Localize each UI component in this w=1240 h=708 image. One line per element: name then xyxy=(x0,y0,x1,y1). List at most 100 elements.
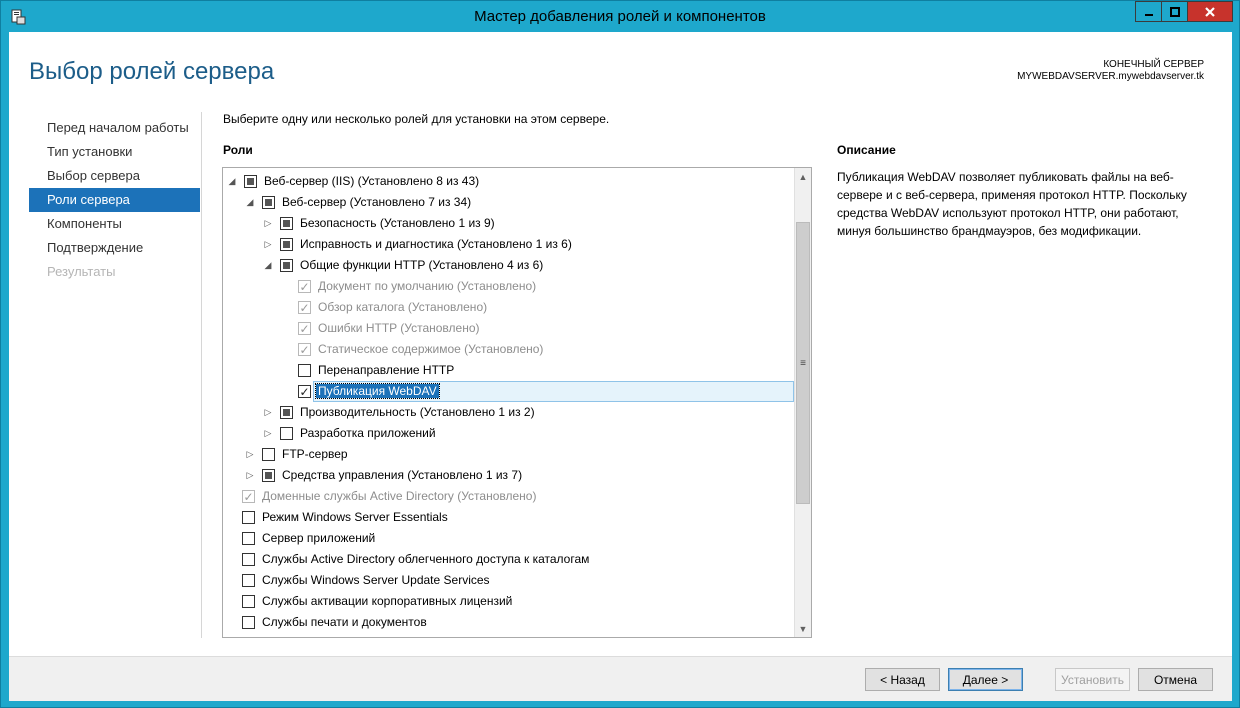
role-label: Службы Active Directory облегченного дос… xyxy=(262,552,590,566)
tree-row[interactable]: Ошибки HTTP (Установлено) xyxy=(223,318,794,339)
wizard-client-area: Выбор ролей сервера КОНЕЧНЫЙ СЕРВЕР MYWE… xyxy=(9,32,1232,701)
tree-row[interactable]: Службы Active Directory облегченного дос… xyxy=(223,549,794,570)
nav-item-0[interactable]: Перед началом работы xyxy=(29,116,200,140)
tree-row[interactable]: Перенаправление HTTP xyxy=(223,360,794,381)
role-label: Ошибки HTTP (Установлено) xyxy=(318,321,480,335)
expand-arrow-icon[interactable]: ▷ xyxy=(245,449,255,459)
tree-row[interactable]: Публикация WebDAV xyxy=(223,381,794,402)
role-label: Общие функции HTTP (Установлено 4 из 6) xyxy=(300,258,544,272)
destination-server-label: КОНЕЧНЫЙ СЕРВЕР xyxy=(1103,59,1204,70)
roles-tree[interactable]: ▲ ≡ ▼ ◢ Веб-сервер (IIS) (Установлено 8 и… xyxy=(222,167,812,638)
minimize-icon xyxy=(1144,13,1153,16)
role-checkbox[interactable] xyxy=(242,511,255,524)
install-button: Установить xyxy=(1055,668,1130,691)
tree-row[interactable]: Службы активации корпоративных лицензий xyxy=(223,591,794,612)
role-checkbox[interactable] xyxy=(242,595,255,608)
role-checkbox[interactable] xyxy=(242,616,255,629)
next-button[interactable]: Далее > xyxy=(948,668,1023,691)
window-title: Мастер добавления ролей и компонентов xyxy=(474,8,766,25)
minimize-button[interactable] xyxy=(1135,1,1161,22)
expand-arrow-icon[interactable]: ▷ xyxy=(245,470,255,480)
role-label: Сервер приложений xyxy=(262,531,376,545)
role-checkbox[interactable] xyxy=(242,553,255,566)
role-checkbox[interactable] xyxy=(242,532,255,545)
expand-arrow-icon[interactable]: ▷ xyxy=(263,218,273,228)
maximize-button[interactable] xyxy=(1161,1,1187,22)
destination-server-name: MYWEBDAVSERVER.mywebdavserver.tk xyxy=(1017,71,1204,82)
role-checkbox[interactable] xyxy=(242,574,255,587)
instruction-text: Выберите одну или несколько ролей для ус… xyxy=(223,112,610,126)
role-checkbox[interactable] xyxy=(280,217,293,230)
role-checkbox[interactable] xyxy=(280,406,293,419)
role-label: Обзор каталога (Установлено) xyxy=(318,300,488,314)
role-checkbox[interactable] xyxy=(298,364,311,377)
role-checkbox xyxy=(298,301,311,314)
tree-row[interactable]: ▷ Безопасность (Установлено 1 из 9) xyxy=(223,213,794,234)
role-checkbox[interactable] xyxy=(280,427,293,440)
tree-row[interactable]: Обзор каталога (Установлено) xyxy=(223,297,794,318)
description-text: Публикация WebDAV позволяет публиковать … xyxy=(837,170,1187,238)
role-label: Исправность и диагностика (Установлено 1… xyxy=(300,237,572,251)
role-checkbox xyxy=(242,490,255,503)
collapse-arrow-icon[interactable]: ◢ xyxy=(227,176,237,186)
tree-row[interactable]: ▷ Исправность и диагностика (Установлено … xyxy=(223,234,794,255)
roles-scrollbar[interactable]: ▲ ≡ ▼ xyxy=(794,168,811,637)
role-label: Документ по умолчанию (Установлено) xyxy=(318,279,537,293)
expand-arrow-icon[interactable]: ▷ xyxy=(263,239,273,249)
cancel-button[interactable]: Отмена xyxy=(1138,668,1213,691)
nav-item-6: Результаты xyxy=(47,264,116,279)
scroll-down-button[interactable]: ▼ xyxy=(795,620,811,637)
chevron-down-icon: ▼ xyxy=(798,623,808,634)
role-checkbox[interactable] xyxy=(262,448,275,461)
nav-divider xyxy=(201,112,202,638)
role-label: Службы активации корпоративных лицензий xyxy=(262,594,513,608)
role-checkbox[interactable] xyxy=(262,196,275,209)
role-label: Статическое содержимое (Установлено) xyxy=(318,342,544,356)
collapse-arrow-icon[interactable]: ◢ xyxy=(245,197,255,207)
nav-item-2[interactable]: Выбор сервера xyxy=(29,164,200,188)
role-checkbox[interactable] xyxy=(262,469,275,482)
tree-row[interactable]: ▷ FTP-сервер xyxy=(223,444,794,465)
role-label: Службы печати и документов xyxy=(262,615,427,629)
collapse-arrow-icon[interactable]: ◢ xyxy=(263,260,273,270)
tree-row[interactable]: Службы печати и документов xyxy=(223,612,794,633)
page-title: Выбор ролей сервера xyxy=(29,58,275,85)
role-checkbox[interactable] xyxy=(298,385,311,398)
role-label: Службы Windows Server Update Services xyxy=(262,573,490,587)
tree-row[interactable]: Сервер приложений xyxy=(223,528,794,549)
tree-row[interactable]: ◢ Веб-сервер (Установлено 7 из 34) xyxy=(223,192,794,213)
nav-item-4[interactable]: Компоненты xyxy=(29,212,200,236)
tree-row[interactable]: ◢ Веб-сервер (IIS) (Установлено 8 из 43) xyxy=(223,171,794,192)
wizard-window: Мастер добавления ролей и компонентов Вы… xyxy=(0,0,1240,708)
nav-item-5[interactable]: Подтверждение xyxy=(29,236,200,260)
nav-item-1[interactable]: Тип установки xyxy=(29,140,200,164)
role-checkbox xyxy=(298,280,311,293)
close-button[interactable] xyxy=(1187,1,1233,22)
tree-row[interactable]: ▷ Производительность (Установлено 1 из 2) xyxy=(223,402,794,423)
role-checkbox[interactable] xyxy=(280,238,293,251)
tree-row[interactable]: Службы Windows Server Update Services xyxy=(223,570,794,591)
expand-arrow-icon[interactable]: ▷ xyxy=(263,407,273,417)
tree-row[interactable]: ▷ Разработка приложений xyxy=(223,423,794,444)
tree-row[interactable]: ◢ Общие функции HTTP (Установлено 4 из 6) xyxy=(223,255,794,276)
role-label: Доменные службы Active Directory (Устано… xyxy=(262,489,537,503)
title-bar[interactable]: Мастер добавления ролей и компонентов xyxy=(1,1,1239,32)
tree-row[interactable]: ▷ Средства управления (Установлено 1 из 7… xyxy=(223,465,794,486)
scroll-up-button[interactable]: ▲ xyxy=(795,168,811,185)
tree-row[interactable]: Доменные службы Active Directory (Устано… xyxy=(223,486,794,507)
tree-row[interactable]: Режим Windows Server Essentials xyxy=(223,507,794,528)
expand-arrow-icon[interactable]: ▷ xyxy=(263,428,273,438)
role-checkbox[interactable] xyxy=(280,259,293,272)
role-label: FTP-сервер xyxy=(282,447,348,461)
nav-item-3[interactable]: Роли сервера xyxy=(29,188,200,212)
role-label: Публикация WebDAV xyxy=(315,383,440,399)
tree-row[interactable]: Документ по умолчанию (Установлено) xyxy=(223,276,794,297)
role-label: Разработка приложений xyxy=(300,426,436,440)
role-label: Веб-сервер (Установлено 7 из 34) xyxy=(282,195,472,209)
role-checkbox[interactable] xyxy=(244,175,257,188)
role-label: Перенаправление HTTP xyxy=(318,363,455,377)
scroll-thumb[interactable]: ≡ xyxy=(796,222,810,504)
back-button[interactable]: < Назад xyxy=(865,668,940,691)
tree-row[interactable]: Статическое содержимое (Установлено) xyxy=(223,339,794,360)
close-icon xyxy=(1205,6,1215,17)
